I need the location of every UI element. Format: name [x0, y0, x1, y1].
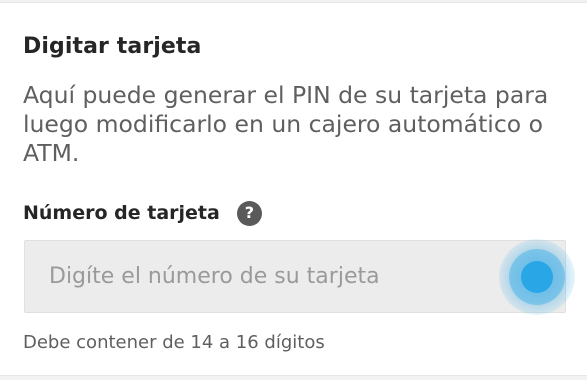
- card-number-panel: Digitar tarjeta Aquí puede generar el PI…: [0, 2, 587, 376]
- card-number-input[interactable]: [25, 241, 485, 312]
- question-icon[interactable]: ?: [236, 200, 262, 226]
- touch-focus-dot: [521, 261, 553, 293]
- touch-focus-ring: [509, 249, 565, 305]
- card-number-label-row: Número de tarjeta ?: [23, 199, 262, 227]
- panel-description: Aquí puede generar el PIN de su tarjeta …: [23, 81, 549, 167]
- card-number-hint: Debe contener de 14 a 16 dígitos: [23, 332, 325, 353]
- card-number-field[interactable]: [24, 239, 575, 315]
- card-number-label: Número de tarjeta: [23, 202, 220, 224]
- panel-title: Digitar tarjeta: [23, 34, 202, 59]
- touch-focus-indicator: [499, 239, 575, 315]
